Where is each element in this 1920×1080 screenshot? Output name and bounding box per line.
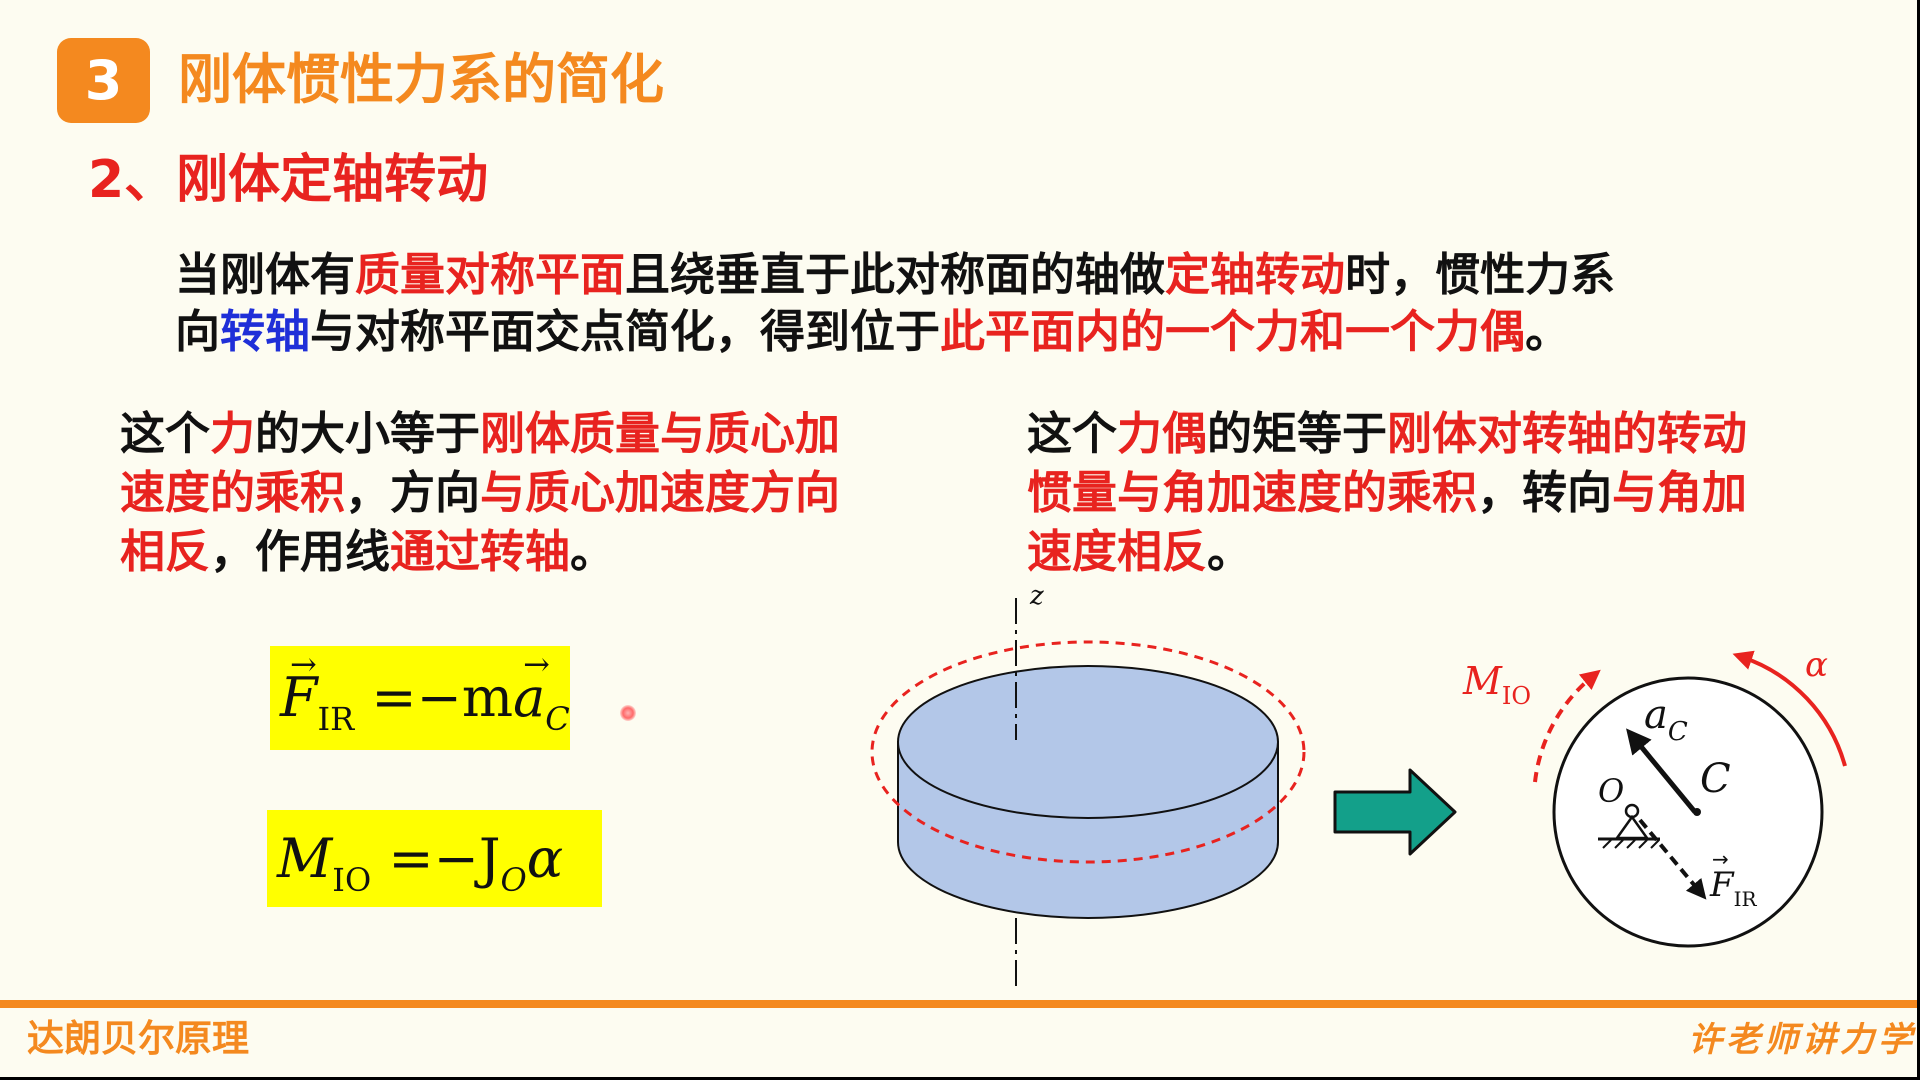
footer-divider: [0, 1000, 1920, 1008]
slide: 3 刚体惯性力系的简化 2、刚体定轴转动 当刚体有质量对称平面且绕垂直于此对称面…: [0, 0, 1920, 1080]
alpha-label: α: [1805, 645, 1828, 685]
moment-label: MIO: [1462, 659, 1531, 710]
rigid-disk: [897, 665, 1279, 919]
center-label: C: [1700, 756, 1731, 802]
rotating-body-circle: [1552, 676, 1824, 948]
force-label-arrow: →: [1712, 847, 1729, 871]
pivot-label: O: [1598, 772, 1624, 810]
mass-center-point: [1693, 808, 1701, 816]
axis-z-label: z: [1029, 581, 1044, 611]
rotation-diagram: z MIO α aC C O FIR →: [870, 581, 1847, 988]
transform-arrow: [1333, 768, 1457, 856]
footer-signature: 许老师讲力学: [1688, 1020, 1916, 1060]
footer-topic: 达朗贝尔原理: [27, 1017, 249, 1060]
